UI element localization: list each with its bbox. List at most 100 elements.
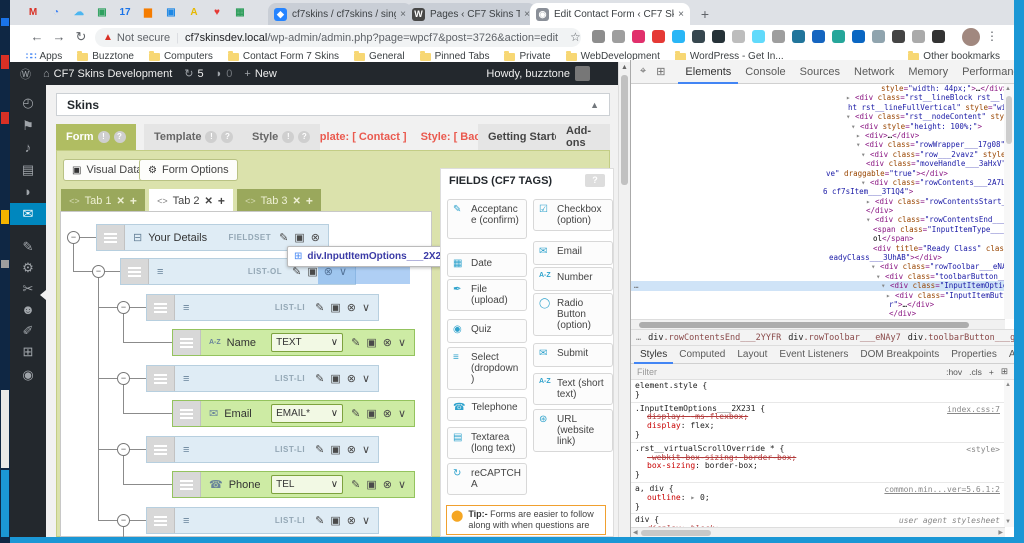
styles-tab-styles[interactable]: Styles	[634, 346, 674, 364]
analytics-icon[interactable]: ▆	[139, 4, 157, 21]
ring-ext-icon[interactable]	[912, 30, 925, 43]
gmail-icon[interactable]: M	[24, 4, 42, 21]
settings-icon[interactable]: ⊞	[10, 341, 46, 363]
stylesheet-link[interactable]: <style>	[966, 445, 1000, 454]
chevron-down-icon[interactable]: ∨	[362, 301, 370, 314]
plugins-icon[interactable]: ⚙	[10, 257, 46, 279]
forward-button[interactable]: →	[50, 29, 68, 44]
dom-tree-line[interactable]: <span class="InputItemType___2HW5H">list…	[631, 225, 1014, 234]
field-button-recaptcha[interactable]: ↻ reCAPTCHA	[447, 463, 527, 495]
scroll-right-icon[interactable]: ▶	[998, 529, 1003, 536]
twisty-icon[interactable]: ▾	[856, 140, 865, 149]
dom-tree-line[interactable]: 6 cf7sItem___3T1Q4">	[631, 187, 1014, 196]
duplicate-icon[interactable]: ▣	[294, 231, 304, 244]
linkedin-ext-icon[interactable]	[852, 30, 865, 43]
dom-tree-line[interactable]: ol</span>	[631, 234, 1014, 243]
browser-tab[interactable]: WPages ‹ CF7 Skins Team — WordP×	[406, 3, 536, 25]
alert-badge[interactable]: !	[97, 131, 110, 143]
twisty-icon[interactable]: ▾	[876, 272, 885, 281]
dom-tree-line[interactable]: eadyClass___3UhAB"></div>	[631, 253, 1014, 262]
calendar-icon[interactable]: 17	[116, 4, 134, 21]
dom-tree-line[interactable]: ▾ <div class="rowWrapper___17g08">	[631, 140, 1014, 149]
devtools-tab-sources[interactable]: Sources	[793, 60, 847, 84]
dom-tree-line[interactable]: ▸ <div class="InputItemButtons___tVBh	[631, 291, 1014, 300]
cloud-icon[interactable]: ☁	[70, 4, 88, 21]
duplicate-icon[interactable]: ▣	[330, 301, 340, 314]
field-button-checkbox[interactable]: ☑ Checkbox (option)	[533, 199, 613, 231]
blue-ext-icon[interactable]	[672, 30, 685, 43]
dom-tree-line[interactable]: ▸ <div class="rowContentsStart___2W-mK">…	[631, 197, 1014, 206]
dom-tree-line[interactable]: ▾ <div class="row___2vavz" style="opacit…	[631, 150, 1014, 159]
tree-row-list[interactable]: ≡ LIST-LI ✎ ▣ ⊗ ∨	[146, 436, 379, 463]
delete-icon[interactable]: ⊗	[347, 443, 356, 456]
field-button-file[interactable]: ✒ File (upload)	[447, 279, 527, 311]
drag-handle[interactable]	[147, 508, 175, 533]
bookmark-star-icon[interactable]: ☆	[570, 30, 581, 44]
breadcrumb-item[interactable]: div.rowToolbar___eNAy7	[788, 333, 901, 343]
collapse-node-button[interactable]: −	[92, 265, 105, 278]
comments-indicator[interactable]: ◗ 0	[216, 68, 233, 80]
new-tab-button[interactable]: +	[696, 5, 714, 23]
taskbar-app-icon[interactable]	[1, 18, 9, 26]
tree-row-list[interactable]: ≡ LIST-LI ✎ ▣ ⊗ ∨	[146, 365, 379, 392]
tools-icon[interactable]: ✐	[10, 320, 46, 342]
pocket-ext-icon[interactable]	[592, 30, 605, 43]
green-app-icon[interactable]: ▣	[93, 4, 111, 21]
tab-close-icon[interactable]: ×	[678, 9, 684, 20]
duplicate-icon[interactable]: ▣	[366, 478, 376, 491]
updates-indicator[interactable]: ↻ 5	[184, 67, 203, 81]
duplicate-icon[interactable]: ▣	[366, 407, 376, 420]
users-icon[interactable]: ☻	[10, 299, 46, 321]
scroll-up-icon[interactable]: ▲	[621, 64, 628, 71]
devtools-tab-console[interactable]: Console	[738, 60, 792, 84]
field-button-submit[interactable]: ✉ Submit	[533, 343, 613, 367]
more-actions-icon[interactable]: …	[634, 281, 639, 290]
field-button-url[interactable]: ⊛ URL (website link)	[533, 409, 613, 452]
skins-metabox-header[interactable]: Skins ▲	[56, 93, 610, 116]
chevron-down-icon[interactable]: ∨	[398, 478, 406, 491]
breadcrumb-item[interactable]: div.toolbarButton___guIr-	[908, 333, 1014, 343]
edit-icon[interactable]: ✎	[279, 231, 288, 244]
alert-badge[interactable]: !	[205, 131, 218, 143]
field-button-select[interactable]: ≡ Select (dropdown)	[447, 347, 527, 390]
twisty-icon[interactable]: ▾	[861, 150, 870, 159]
delete-icon[interactable]: ⊗	[383, 478, 392, 491]
edit-icon[interactable]: ✎	[351, 407, 360, 420]
edit-icon[interactable]: ✎	[315, 301, 324, 314]
tree-row-list[interactable]: ≡ LIST-LI ✎ ▣ ⊗ ∨	[146, 294, 379, 321]
dom-tree-line[interactable]: style="width: 44px;">…</div>	[631, 84, 1014, 93]
dom-tree-line[interactable]: <div title="Ready Class" class="InputIte…	[631, 244, 1014, 253]
duplicate-icon[interactable]: ▣	[330, 514, 340, 527]
howdy-account[interactable]: Howdy, buzztone	[486, 66, 590, 81]
chevron-down-icon[interactable]: ∨	[398, 407, 406, 420]
elements-v-scrollbar[interactable]: ▲	[1004, 84, 1014, 319]
device-toolbar-icon[interactable]: ⊞	[651, 65, 670, 78]
pen-ext-icon[interactable]	[812, 30, 825, 43]
drag-handle[interactable]	[121, 259, 149, 284]
help-badge[interactable]: ?	[221, 131, 234, 143]
form-options-button[interactable]: ⚙ Form Options	[139, 159, 238, 181]
browser-profile-avatar[interactable]	[962, 28, 980, 46]
camera-ext-icon[interactable]	[612, 30, 625, 43]
new-menu[interactable]: + New	[244, 68, 276, 80]
add-tab-icon[interactable]: +	[130, 194, 137, 208]
drag-handle[interactable]	[147, 295, 175, 320]
twisty-icon[interactable]: ▾	[871, 262, 880, 271]
form-tab[interactable]: <> Tab 2 ✕ +	[149, 189, 233, 213]
filter-tool[interactable]: .cls	[969, 367, 982, 377]
delete-icon[interactable]: ⊗	[347, 301, 356, 314]
pocket-icon[interactable]: ♥	[208, 4, 226, 21]
styles-rules[interactable]: element.style {} index.css:7 .InputItemOpt…	[631, 380, 1005, 527]
duplicate-icon[interactable]: ▣	[330, 443, 340, 456]
react-ext-icon[interactable]	[752, 30, 765, 43]
collapse-menu-icon[interactable]: ◉	[10, 364, 46, 386]
tree-row-field[interactable]: A-Z Name TEXT ∨ ✎ ▣ ⊗ ∨	[172, 329, 415, 356]
comments-icon[interactable]: ◗	[10, 181, 46, 203]
swirl-ext-icon[interactable]	[872, 30, 885, 43]
field-button-quiz[interactable]: ◉ Quiz	[447, 319, 527, 343]
scroll-up-icon[interactable]: ▲	[1005, 86, 1011, 92]
elements-h-scrollbar[interactable]	[631, 319, 1005, 329]
pages-icon[interactable]: ▤	[10, 159, 46, 181]
edit-icon[interactable]: ✎	[351, 478, 360, 491]
red-ext-icon[interactable]	[652, 30, 665, 43]
